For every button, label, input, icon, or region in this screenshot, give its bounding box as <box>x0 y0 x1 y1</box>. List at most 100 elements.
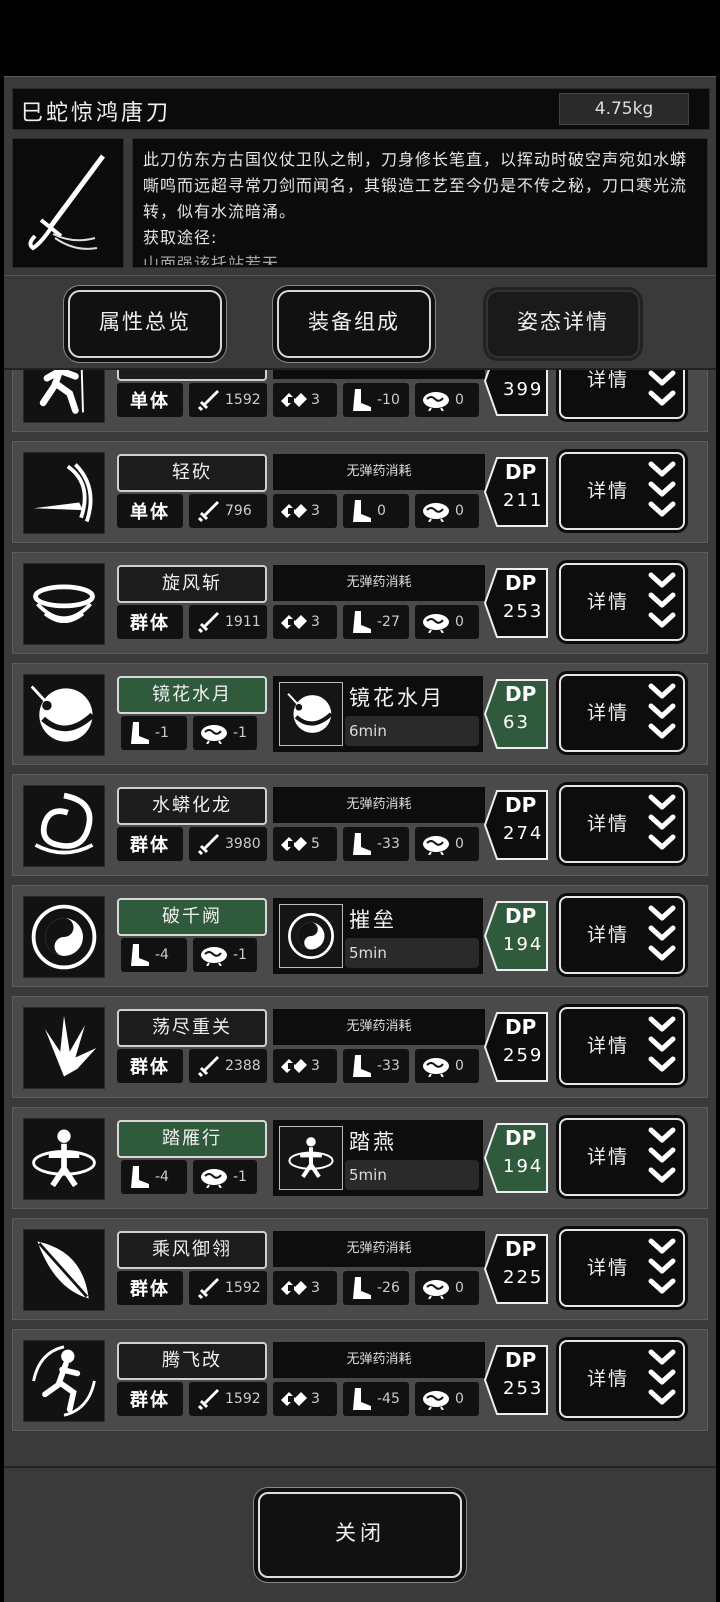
move-name: 水蟒化龙 <box>117 787 267 825</box>
move-stats: 群体 1592 3 -45 0 <box>117 1382 479 1416</box>
move-stats: 群体 3980 5 -33 0 <box>117 827 479 861</box>
movement-icon <box>353 1388 371 1410</box>
tab-stance-details[interactable]: 姿态详情 <box>486 290 640 358</box>
detail-button[interactable]: 详情 <box>559 785 685 863</box>
chevron-down-icon <box>648 370 676 406</box>
dp-label: DP <box>505 904 537 928</box>
move-row: 踏雁行 -4 -1 踏燕 5min DP 194 详情 <box>12 1107 708 1209</box>
detail-button[interactable]: 详情 <box>559 1229 685 1307</box>
move-name: 轻砍 <box>117 454 267 492</box>
damage-icon <box>197 1056 219 1078</box>
dp-badge: DP 225 <box>483 1231 549 1307</box>
chevron-down-icon <box>648 461 676 517</box>
dp-value: 274 <box>503 823 544 844</box>
damage-stat: 1592 <box>189 383 267 417</box>
damage-stat: 1592 <box>189 1271 267 1305</box>
detail-button[interactable]: 详情 <box>559 563 685 641</box>
description-text: 此刀仿东方古国仪仗卫队之制，刀身修长笔直，以挥动时破空声宛如水蟒嘶鸣而远超寻常刀… <box>143 150 688 221</box>
movement-icon <box>353 1055 371 1077</box>
chevron-down-icon <box>648 1238 676 1294</box>
move-name: 踏雁行 <box>117 1120 267 1158</box>
dp-badge: DP 253 <box>483 1342 549 1418</box>
detail-button[interactable]: 详情 <box>559 674 685 752</box>
dp-badge: DP 63 <box>483 676 549 752</box>
hit-count-icon <box>281 837 307 851</box>
move-row: 镜花水月 -1 -1 镜花水月 6min DP 63 详情 <box>12 663 708 765</box>
dancing-figure-icon <box>32 1129 96 1188</box>
detail-button[interactable]: 详情 <box>559 1007 685 1085</box>
move-icon <box>23 1007 105 1089</box>
brain-icon <box>423 503 449 522</box>
ammo-cost: 无弹药消耗 <box>273 787 485 823</box>
brain-icon <box>423 392 449 411</box>
damage-icon <box>197 834 219 856</box>
damage-stat: 796 <box>189 494 267 528</box>
move-name: 旋风斩 <box>117 565 267 603</box>
ammo-cost: 无弹药消耗 <box>273 370 485 379</box>
tab-attributes[interactable]: 属性总览 <box>68 290 222 358</box>
dp-badge: DP 253 <box>483 565 549 641</box>
effect-name: 摧垒 <box>349 908 397 932</box>
running-figure-icon <box>39 370 84 414</box>
tab-equipment[interactable]: 装备组成 <box>277 290 431 358</box>
dp-value: 253 <box>503 601 544 622</box>
brain-stat: 0 <box>415 494 479 528</box>
detail-label: 详情 <box>587 924 630 946</box>
dp-value: 194 <box>503 1156 544 1177</box>
dp-badge: DP 194 <box>483 1120 549 1196</box>
dp-label: DP <box>505 1237 537 1261</box>
movement-icon <box>131 1166 149 1188</box>
effect-icon <box>279 682 343 746</box>
dp-badge: DP 259 <box>483 1009 549 1085</box>
ammo-cost: 无弹药消耗 <box>273 1009 485 1045</box>
detail-button[interactable]: 详情 <box>559 1118 685 1196</box>
hit-count-stat: 3 <box>273 1382 337 1416</box>
move-row: 剑指方尖无弹药消耗单体15923-100 DP 399 详情 <box>12 370 708 432</box>
dp-badge: DP 194 <box>483 898 549 974</box>
effect-name: 踏燕 <box>349 1130 397 1154</box>
dp-label: DP <box>505 370 536 373</box>
dp-badge: DP 274 <box>483 787 549 863</box>
brain-stat: -1 <box>193 716 257 750</box>
move-stats: 单体 796 3 0 0 <box>117 494 479 528</box>
ammo-cost: 无弹药消耗 <box>273 454 485 490</box>
hit-count-icon <box>281 1059 307 1073</box>
detail-button[interactable]: 详情 <box>559 452 685 530</box>
dp-label: DP <box>505 571 537 595</box>
movement-stat: -4 <box>121 938 187 972</box>
detail-button[interactable]: 详情 <box>559 1340 685 1418</box>
brain-icon <box>423 1280 449 1299</box>
dp-value: 211 <box>503 490 544 511</box>
detail-button[interactable]: 详情 <box>559 896 685 974</box>
dp-label: DP <box>505 1348 537 1372</box>
move-stats: 群体 1592 3 -26 0 <box>117 1271 479 1305</box>
move-list[interactable]: 剑指方尖无弹药消耗单体15923-100DP399详情轻砍无弹药消耗单体7963… <box>12 370 708 1460</box>
chevron-down-icon <box>648 1127 676 1183</box>
move-row: 荡尽重关 无弹药消耗 群体 2388 3 -33 0 DP 259 详情 <box>12 996 708 1098</box>
movement-icon <box>353 611 371 633</box>
chevron-down-icon <box>648 572 676 628</box>
effect-icon <box>279 1126 343 1190</box>
hit-count-stat: 5 <box>273 827 337 861</box>
dp-value: 253 <box>503 1378 544 1399</box>
dp-value: 225 <box>503 1267 544 1288</box>
detail-label: 详情 <box>587 1146 630 1168</box>
detail-label: 详情 <box>587 1257 630 1279</box>
move-stats: -4 -1 <box>121 938 257 972</box>
dp-label: DP <box>505 460 537 484</box>
source-text: 山面强该托站若天 <box>143 254 280 265</box>
damage-icon <box>197 1278 219 1300</box>
damage-icon <box>197 612 219 634</box>
effect-duration: 5min <box>345 1160 479 1190</box>
yin-yang-icon <box>31 904 97 970</box>
movement-stat: 0 <box>343 494 409 528</box>
hit-count-icon <box>281 1281 307 1295</box>
move-name: 乘风御翎 <box>117 1231 267 1269</box>
detail-button[interactable]: 详情 <box>559 370 685 419</box>
damage-stat: 1911 <box>189 605 267 639</box>
effect-name: 镜花水月 <box>349 686 445 710</box>
move-icon <box>23 370 105 423</box>
dp-value: 63 <box>503 712 530 733</box>
close-button[interactable]: 关闭 <box>258 1492 462 1578</box>
target-type: 群体 <box>117 827 183 861</box>
